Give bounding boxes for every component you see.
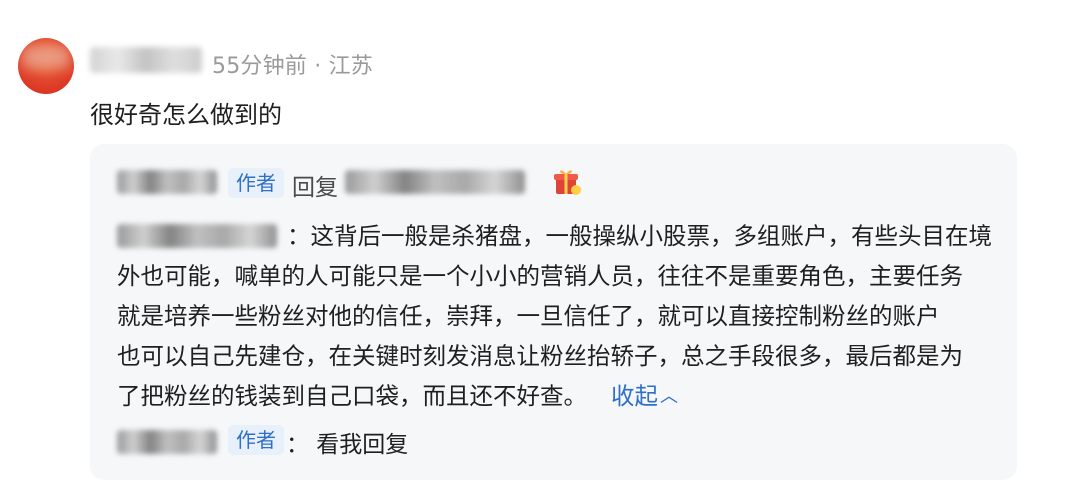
reply-line-2: 外也可能，喊单的人可能只是一个小小的营销人员，往往不是重要角色，主要任务: [117, 262, 963, 290]
sub-reply-author-tag: 作者: [228, 425, 284, 455]
avatar[interactable]: [18, 38, 74, 94]
username-blurred[interactable]: [90, 47, 202, 73]
reply-author-blurred[interactable]: [117, 170, 217, 194]
comment-meta: 55分钟前 · 江苏: [212, 54, 373, 79]
reply-line-4: 也可以自己先建仓，在关键时刻发消息让粉丝抬轿子，总之手段很多，最后都是为: [117, 342, 963, 370]
chevron-up-icon: ︿: [660, 386, 678, 407]
collapse-button[interactable]: 收起 ︿: [611, 382, 678, 410]
reply-body: ：这背后一般是杀猪盘，一般操纵小股票，多组账户，有些头目在境 外也可能，喊单的人…: [117, 216, 997, 419]
reply-line-5: 了把粉丝的钱装到自己口袋，而且还不好查。: [117, 382, 587, 410]
reply-label: 回复: [292, 175, 338, 201]
sub-reply-author-blurred[interactable]: [117, 430, 217, 454]
sub-reply-text[interactable]: ： 看我回复: [286, 425, 408, 459]
author-tag: 作者: [228, 168, 284, 198]
reply-line-1: ：这背后一般是杀猪盘，一般操纵小股票，多组账户，有些头目在境: [287, 222, 992, 250]
gift-icon: [554, 170, 581, 195]
comment-text: 很好奇怎么做到的: [90, 101, 282, 129]
reply-target-blurred[interactable]: [345, 170, 525, 194]
collapse-label: 收起: [611, 382, 658, 410]
reply-line-3: 就是培养一些粉丝对他的信任，崇拜，一旦信任了，就可以直接控制粉丝的账户: [117, 302, 940, 330]
